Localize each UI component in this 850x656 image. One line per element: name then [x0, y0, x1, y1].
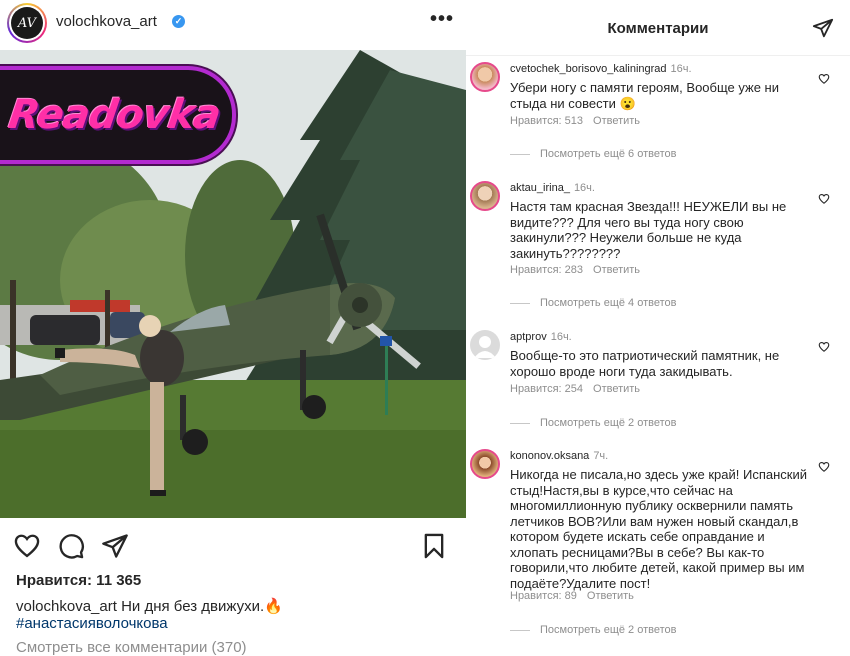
comment-likes[interactable]: Нравится: 89: [510, 590, 577, 602]
comment-likes[interactable]: Нравится: 254: [510, 383, 583, 395]
comment-meta: Нравится: 89 Ответить: [510, 590, 634, 602]
comment-time: 16ч.: [550, 331, 572, 343]
avatar-monogram-icon: AV: [11, 7, 43, 39]
comments-title: Комментарии: [607, 20, 709, 37]
likes-count[interactable]: Нравится: 11 365: [16, 572, 141, 589]
heart-icon[interactable]: [13, 532, 41, 560]
comment-text: Настя там красная Звезда!!! НЕУЖЕЛИ вы н…: [510, 199, 787, 261]
caption: volochkova_art Ни дня без движухи.🔥: [16, 597, 283, 615]
caption-username[interactable]: volochkova_art: [16, 598, 117, 615]
comment-item: aktau_irina_ 16ч. Настя там красная Звезд…: [466, 181, 850, 311]
comment-username[interactable]: kononov.oksana 7ч.: [510, 450, 608, 462]
comment-text: Убери ногу с памяти героям, Вообще уже н…: [510, 80, 779, 111]
comment-text: Вообще-то это патриотический памятник, н…: [510, 348, 780, 379]
share-icon[interactable]: [101, 532, 129, 560]
hashtag-link[interactable]: #анастасияволочкова: [16, 615, 168, 632]
comment-time: 7ч.: [593, 450, 609, 462]
comment-item: cvetochek_borisovo_kaliningrad 16ч. Убери…: [466, 62, 850, 162]
comment-icon[interactable]: [57, 532, 85, 560]
view-replies-link[interactable]: Посмотреть ещё 6 ответов: [510, 148, 676, 160]
view-replies-link[interactable]: Посмотреть ещё 2 ответов: [510, 417, 676, 429]
comment-time: 16ч.: [670, 63, 692, 75]
comment-username[interactable]: aptprov 16ч.: [510, 331, 572, 343]
comment-time: 16ч.: [573, 182, 595, 194]
comment-avatar[interactable]: [470, 330, 500, 360]
post: AV volochkova_art ✓ ••• Readovka Нравитс…: [0, 0, 466, 656]
view-replies-link[interactable]: Посмотреть ещё 4 ответов: [510, 297, 676, 309]
reply-button[interactable]: Ответить: [593, 115, 640, 127]
more-icon[interactable]: •••: [430, 8, 454, 31]
comment-heart-icon[interactable]: [818, 461, 830, 473]
comment-text: Никогда не писала,но здесь уже край! Исп…: [510, 467, 807, 591]
comment-username[interactable]: cvetochek_borisovo_kaliningrad 16ч.: [510, 63, 692, 75]
reply-button[interactable]: Ответить: [587, 590, 634, 602]
comment-likes[interactable]: Нравится: 283: [510, 264, 583, 276]
default-avatar-icon: [474, 336, 496, 358]
comment-username[interactable]: aktau_irina_ 16ч.: [510, 182, 595, 194]
verified-icon: ✓: [172, 15, 185, 28]
post-username[interactable]: volochkova_art: [56, 13, 157, 30]
comment-item: aptprov 16ч. Вообще-то это патриотический…: [466, 330, 850, 430]
view-all-comments-link[interactable]: Смотреть все комментарии (370): [16, 639, 247, 656]
reply-button[interactable]: Ответить: [593, 264, 640, 276]
view-replies-link[interactable]: Посмотреть ещё 2 ответов: [510, 624, 676, 636]
comment-avatar[interactable]: [470, 62, 500, 92]
readovka-logo: Readovka: [0, 66, 236, 164]
comment-avatar[interactable]: [470, 181, 500, 211]
bookmark-icon[interactable]: [420, 532, 448, 560]
comment-heart-icon[interactable]: [818, 193, 830, 205]
send-icon[interactable]: [812, 17, 834, 39]
comment-item: kononov.oksana 7ч. Никогда не писала,но з…: [466, 449, 850, 639]
comment-heart-icon[interactable]: [818, 341, 830, 353]
comment-meta: Нравится: 513 Ответить: [510, 115, 640, 127]
comment-avatar[interactable]: [470, 449, 500, 479]
comment-meta: Нравится: 283 Ответить: [510, 264, 640, 276]
caption-text: Ни дня без движухи.🔥: [121, 598, 283, 615]
comment-heart-icon[interactable]: [818, 73, 830, 85]
comments-panel: Комментарии cvetochek_borisovo_kaliningr…: [466, 0, 850, 656]
post-header: AV volochkova_art ✓ •••: [0, 0, 466, 46]
comment-likes[interactable]: Нравится: 513: [510, 115, 583, 127]
comment-meta: Нравится: 254 Ответить: [510, 383, 640, 395]
avatar[interactable]: AV: [7, 3, 47, 43]
post-actions: [0, 528, 466, 562]
comments-header: Комментарии: [466, 0, 850, 56]
reply-button[interactable]: Ответить: [593, 383, 640, 395]
